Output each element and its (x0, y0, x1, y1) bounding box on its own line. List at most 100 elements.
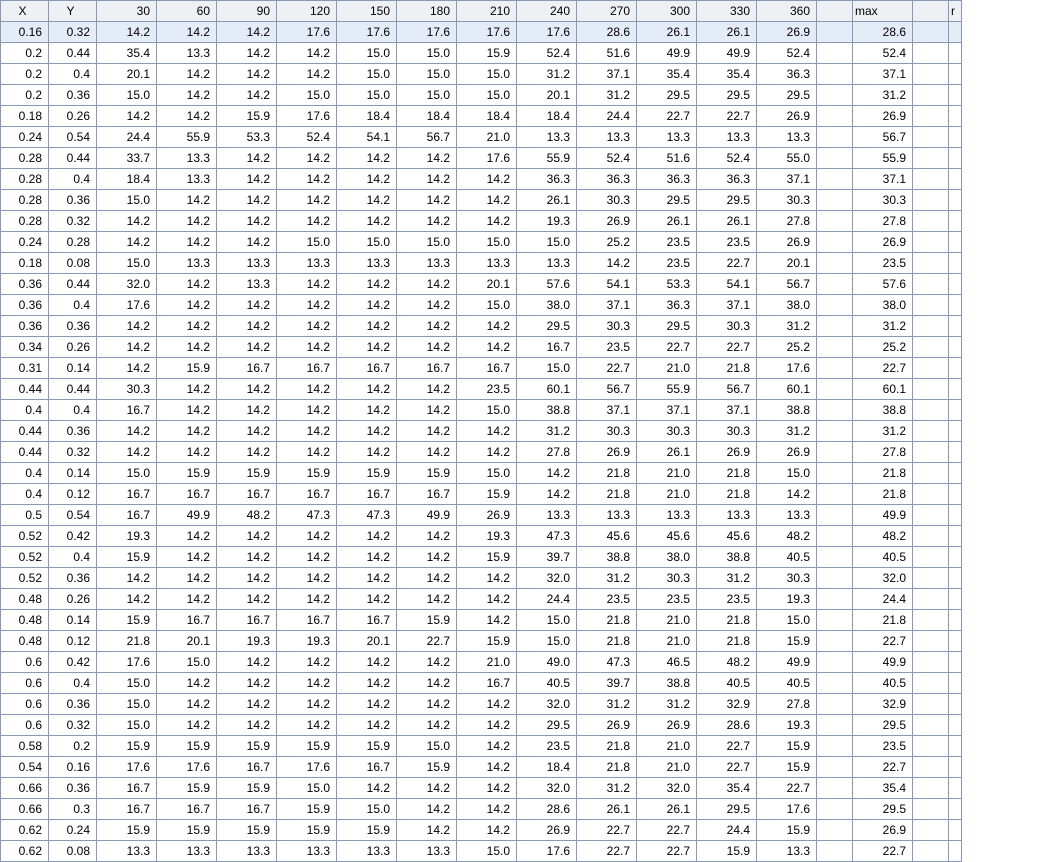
col-header-240[interactable]: 240 (517, 1, 577, 22)
table-row[interactable]: 0.360.4432.014.213.314.214.214.220.157.6… (1, 274, 962, 295)
cell-max[interactable]: 38.8 (853, 400, 913, 421)
cell-d1[interactable]: 14.2 (157, 715, 217, 736)
cell-d9[interactable]: 29.5 (637, 85, 697, 106)
cell-d1[interactable]: 14.2 (157, 589, 217, 610)
cell-d9[interactable]: 29.5 (637, 190, 697, 211)
col-header-360[interactable]: 360 (757, 1, 817, 22)
cell-tail[interactable] (949, 820, 962, 841)
table-row[interactable]: 0.480.2614.214.214.214.214.214.214.224.4… (1, 589, 962, 610)
cell-d1[interactable]: 55.9 (157, 127, 217, 148)
cell-d1[interactable]: 14.2 (157, 316, 217, 337)
cell-d7[interactable]: 17.6 (517, 22, 577, 43)
cell-d11[interactable]: 40.5 (757, 547, 817, 568)
cell-d1[interactable]: 14.2 (157, 442, 217, 463)
cell-d9[interactable]: 30.3 (637, 568, 697, 589)
cell-d0[interactable]: 15.0 (97, 85, 157, 106)
cell-tail[interactable] (949, 757, 962, 778)
cell-d2[interactable]: 14.2 (217, 652, 277, 673)
cell-d3[interactable]: 13.3 (277, 841, 337, 862)
cell-gap1[interactable] (817, 190, 853, 211)
cell-x[interactable]: 0.44 (1, 421, 49, 442)
cell-d5[interactable]: 49.9 (397, 505, 457, 526)
data-table[interactable]: XY306090120150180210240270300330360maxr … (0, 0, 962, 862)
cell-d1[interactable]: 14.2 (157, 22, 217, 43)
cell-gap1[interactable] (817, 715, 853, 736)
cell-d6[interactable]: 17.6 (457, 148, 517, 169)
cell-gap1[interactable] (817, 463, 853, 484)
cell-d3[interactable]: 15.9 (277, 736, 337, 757)
col-header-120[interactable]: 120 (277, 1, 337, 22)
cell-d9[interactable]: 21.0 (637, 757, 697, 778)
cell-d5[interactable]: 14.2 (397, 589, 457, 610)
cell-d3[interactable]: 14.2 (277, 316, 337, 337)
cell-max[interactable]: 22.7 (853, 631, 913, 652)
cell-d8[interactable]: 26.1 (577, 799, 637, 820)
cell-d6[interactable]: 23.5 (457, 379, 517, 400)
cell-d8[interactable]: 31.2 (577, 568, 637, 589)
cell-d2[interactable]: 48.2 (217, 505, 277, 526)
cell-gap1[interactable] (817, 820, 853, 841)
table-row[interactable]: 0.60.415.014.214.214.214.214.216.740.539… (1, 673, 962, 694)
cell-gap2[interactable] (913, 274, 949, 295)
cell-d1[interactable]: 14.2 (157, 274, 217, 295)
table-row[interactable]: 0.520.415.914.214.214.214.214.215.939.73… (1, 547, 962, 568)
cell-d8[interactable]: 38.8 (577, 547, 637, 568)
cell-d4[interactable]: 47.3 (337, 505, 397, 526)
cell-d11[interactable]: 30.3 (757, 190, 817, 211)
cell-d3[interactable]: 15.0 (277, 85, 337, 106)
cell-d11[interactable]: 40.5 (757, 673, 817, 694)
cell-d10[interactable]: 29.5 (697, 190, 757, 211)
cell-max[interactable]: 27.8 (853, 211, 913, 232)
cell-d1[interactable]: 17.6 (157, 757, 217, 778)
cell-d2[interactable]: 53.3 (217, 127, 277, 148)
cell-d1[interactable]: 14.2 (157, 421, 217, 442)
cell-d10[interactable]: 37.1 (697, 400, 757, 421)
table-row[interactable]: 0.40.1216.716.716.716.716.716.715.914.22… (1, 484, 962, 505)
cell-d9[interactable]: 51.6 (637, 148, 697, 169)
cell-d4[interactable]: 16.7 (337, 484, 397, 505)
cell-gap2[interactable] (913, 841, 949, 862)
cell-d2[interactable]: 14.2 (217, 421, 277, 442)
cell-gap2[interactable] (913, 694, 949, 715)
cell-d8[interactable]: 21.8 (577, 757, 637, 778)
cell-d3[interactable]: 13.3 (277, 253, 337, 274)
cell-d11[interactable]: 38.8 (757, 400, 817, 421)
cell-d2[interactable]: 15.9 (217, 736, 277, 757)
cell-d5[interactable]: 15.0 (397, 85, 457, 106)
cell-d3[interactable]: 14.2 (277, 169, 337, 190)
cell-d3[interactable]: 14.2 (277, 694, 337, 715)
cell-d3[interactable]: 14.2 (277, 673, 337, 694)
cell-y[interactable]: 0.3 (49, 799, 97, 820)
cell-gap2[interactable] (913, 820, 949, 841)
cell-d10[interactable]: 52.4 (697, 148, 757, 169)
cell-gap1[interactable] (817, 526, 853, 547)
cell-d4[interactable]: 14.2 (337, 148, 397, 169)
cell-y[interactable]: 0.08 (49, 253, 97, 274)
cell-d4[interactable]: 14.2 (337, 274, 397, 295)
cell-d7[interactable]: 26.9 (517, 820, 577, 841)
cell-d3[interactable]: 14.2 (277, 43, 337, 64)
cell-d9[interactable]: 45.6 (637, 526, 697, 547)
cell-d7[interactable]: 29.5 (517, 715, 577, 736)
cell-max[interactable]: 24.4 (853, 589, 913, 610)
cell-d1[interactable]: 14.2 (157, 337, 217, 358)
table-row[interactable]: 0.280.418.413.314.214.214.214.214.236.33… (1, 169, 962, 190)
cell-gap1[interactable] (817, 757, 853, 778)
cell-gap2[interactable] (913, 715, 949, 736)
cell-tail[interactable] (949, 148, 962, 169)
cell-max[interactable]: 23.5 (853, 253, 913, 274)
cell-d8[interactable]: 26.9 (577, 715, 637, 736)
cell-tail[interactable] (949, 64, 962, 85)
cell-d6[interactable]: 21.0 (457, 127, 517, 148)
cell-d2[interactable]: 15.9 (217, 778, 277, 799)
cell-d2[interactable]: 14.2 (217, 316, 277, 337)
cell-d9[interactable]: 26.1 (637, 22, 697, 43)
col-header-60[interactable]: 60 (157, 1, 217, 22)
cell-d4[interactable]: 15.9 (337, 736, 397, 757)
cell-d2[interactable]: 14.2 (217, 337, 277, 358)
cell-max[interactable]: 37.1 (853, 169, 913, 190)
cell-d2[interactable]: 19.3 (217, 631, 277, 652)
cell-x[interactable]: 0.6 (1, 694, 49, 715)
cell-x[interactable]: 0.48 (1, 610, 49, 631)
cell-d9[interactable]: 46.5 (637, 652, 697, 673)
